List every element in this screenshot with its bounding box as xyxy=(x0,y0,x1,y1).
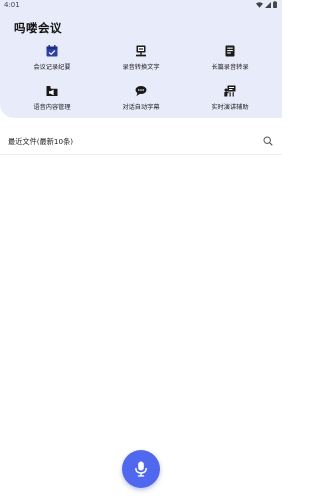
feature-label: 录音转换文字 xyxy=(122,64,160,71)
recent-files-list xyxy=(0,155,282,440)
calendar-icon xyxy=(46,45,58,57)
document-icon xyxy=(225,45,235,57)
status-time: 4:01 xyxy=(4,1,20,9)
feature-label: 对话自动字幕 xyxy=(122,104,160,111)
battery-icon xyxy=(273,1,277,8)
app-screen: 4:01 吗喽会议 会议记录纪要 录音转换文字 长篇录音转录 语音内容管理 对话… xyxy=(0,0,282,502)
search-icon[interactable] xyxy=(263,136,273,146)
wifi-icon xyxy=(256,1,263,8)
voice-folder-icon xyxy=(46,86,58,96)
feature-long-transcription[interactable]: 长篇录音转录 xyxy=(183,45,277,71)
feature-label: 会议记录纪要 xyxy=(33,64,71,71)
status-bar: 4:01 xyxy=(0,0,282,10)
chat-bubble-icon xyxy=(135,86,147,96)
feature-meeting-minutes[interactable]: 会议记录纪要 xyxy=(5,45,99,71)
status-icons xyxy=(256,1,277,8)
feature-label: 实时演讲辅助 xyxy=(211,104,249,111)
app-title: 吗喽会议 xyxy=(14,21,62,35)
presentation-icon xyxy=(224,85,236,97)
feature-label: 语音内容管理 xyxy=(33,104,71,111)
feature-live-speech-assist[interactable]: 实时演讲辅助 xyxy=(183,85,277,111)
record-button[interactable] xyxy=(122,450,160,488)
header-panel: 4:01 吗喽会议 会议记录纪要 录音转换文字 长篇录音转录 语音内容管理 对话… xyxy=(0,0,282,118)
feature-voice-content-management[interactable]: 语音内容管理 xyxy=(5,85,99,111)
recent-files-title: 最近文件(最新10条) xyxy=(8,137,74,146)
recent-files-header: 最近文件(最新10条) xyxy=(0,130,282,155)
feature-label: 长篇录音转录 xyxy=(211,64,249,71)
feature-auto-subtitles[interactable]: 对话自动字幕 xyxy=(94,85,188,111)
monitor-icon xyxy=(136,45,146,57)
feature-audio-to-text[interactable]: 录音转换文字 xyxy=(94,45,188,71)
cell-signal-icon xyxy=(265,1,271,8)
microphone-icon xyxy=(135,461,147,477)
